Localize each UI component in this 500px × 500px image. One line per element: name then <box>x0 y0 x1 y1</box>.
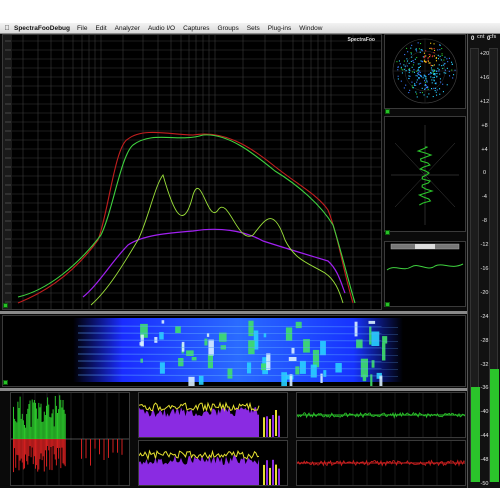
meter-scale-label: +4 <box>481 146 488 153</box>
meter-scale-label: +12 <box>479 98 490 105</box>
spectrum-analyzer-panel[interactable]: SpectraFoo <box>2 34 382 310</box>
envelope-top-plot <box>138 401 280 445</box>
meter-scale-label: +8 <box>481 122 488 129</box>
meter-scale-label: -12 <box>480 242 489 249</box>
meter-scale-label: -4 <box>482 194 487 201</box>
meter-scale-label: -48 <box>480 457 489 464</box>
horizontal-splitter[interactable] <box>0 311 467 314</box>
meter-scale-label: -8 <box>482 218 487 225</box>
meter-scale-label: -32 <box>480 361 489 368</box>
envelope-bottom-fill <box>138 449 280 495</box>
spectrogram-plot <box>3 316 465 389</box>
correlation-plot <box>386 243 464 271</box>
oscilloscope-panel-top[interactable] <box>296 392 466 438</box>
spectrogram-panel[interactable] <box>2 315 466 389</box>
menu-file[interactable]: File <box>77 25 87 32</box>
meter-scale-label: -28 <box>480 337 489 344</box>
envelope-top-fill <box>138 401 280 445</box>
spectrum-enable-button[interactable] <box>3 303 8 308</box>
oscilloscope-bottom-plot <box>296 441 466 485</box>
spectrum-panel-tag: SpectraFoo <box>347 37 375 43</box>
menu-groups[interactable]: Groups <box>217 25 238 32</box>
meter-scale-label: -36 <box>480 385 489 392</box>
envelope-bottom-plot <box>138 449 280 495</box>
meter-sub-cfs: cfs <box>489 34 497 40</box>
level-meter-column: 0 0 cnt cfs +20 +16 +12 +8 +4 0 -4 -8 -12 -16 -20-… <box>467 34 500 488</box>
meter-scale-label: +20 <box>479 51 490 57</box>
meter-scale-label: -40 <box>480 409 489 416</box>
oscilloscope-panel-bottom[interactable] <box>296 440 466 486</box>
meter-scale-label: +16 <box>479 74 490 81</box>
menu-bar:  SpectraFooDebug File Edit Analyzer Aud… <box>0 23 500 34</box>
correlation-panel[interactable] <box>384 241 466 307</box>
level-history-right-bars <box>13 439 123 473</box>
spectrum-plot: SpectraFoo <box>3 35 381 309</box>
lissajous-plot <box>391 125 459 225</box>
phase-scope-plot <box>392 38 458 104</box>
meter-scale-label: -44 <box>480 433 489 440</box>
lissajous-panel[interactable] <box>384 116 466 232</box>
meter-left-peak: 0 <box>471 36 475 42</box>
meter-sub-cnt: cnt <box>477 34 485 40</box>
horizontal-splitter-2[interactable] <box>0 388 467 391</box>
correlation-enable-button[interactable] <box>385 302 390 307</box>
apple-menu-icon[interactable]:  <box>0 25 14 32</box>
meter-scale-label: -24 <box>480 313 489 320</box>
meter-scale-label: -50 <box>480 481 489 487</box>
meter-scale-label: -16 <box>480 266 489 272</box>
analyzer-workspace: SpectraFoo 0 0 cnt cfs +20 +16 +12 +8 +4… <box>0 34 500 495</box>
oscilloscope-top-plot <box>296 393 466 437</box>
spectrum-level-scale <box>3 35 12 309</box>
menu-window[interactable]: Window <box>299 25 322 32</box>
menu-sets[interactable]: Sets <box>247 25 260 32</box>
meter-scale-label: -20 <box>480 289 489 296</box>
screenshot-stage:  SpectraFooDebug File Edit Analyzer Aud… <box>0 0 500 500</box>
menu-edit[interactable]: Edit <box>95 25 106 32</box>
level-history-panel[interactable] <box>10 392 130 486</box>
phase-scope-enable-button[interactable] <box>385 109 390 114</box>
envelope-panel-bottom[interactable] <box>138 440 288 495</box>
app-menu[interactable]: SpectraFooDebug <box>14 25 70 32</box>
meter-scale-label: 0 <box>482 170 487 177</box>
spectrogram-enable-button[interactable] <box>3 380 8 385</box>
menu-analyzer[interactable]: Analyzer <box>115 25 140 32</box>
menu-plugins[interactable]: Plug-ins <box>268 25 291 32</box>
level-history-plot <box>11 393 129 485</box>
phase-scope-panel[interactable] <box>384 34 466 109</box>
menu-audio-io[interactable]: Audio I/O <box>148 25 175 32</box>
level-history-left-bars <box>13 395 66 439</box>
envelope-panel-top[interactable] <box>138 392 288 445</box>
menu-captures[interactable]: Captures <box>183 25 209 32</box>
lissajous-enable-button[interactable] <box>385 230 390 235</box>
